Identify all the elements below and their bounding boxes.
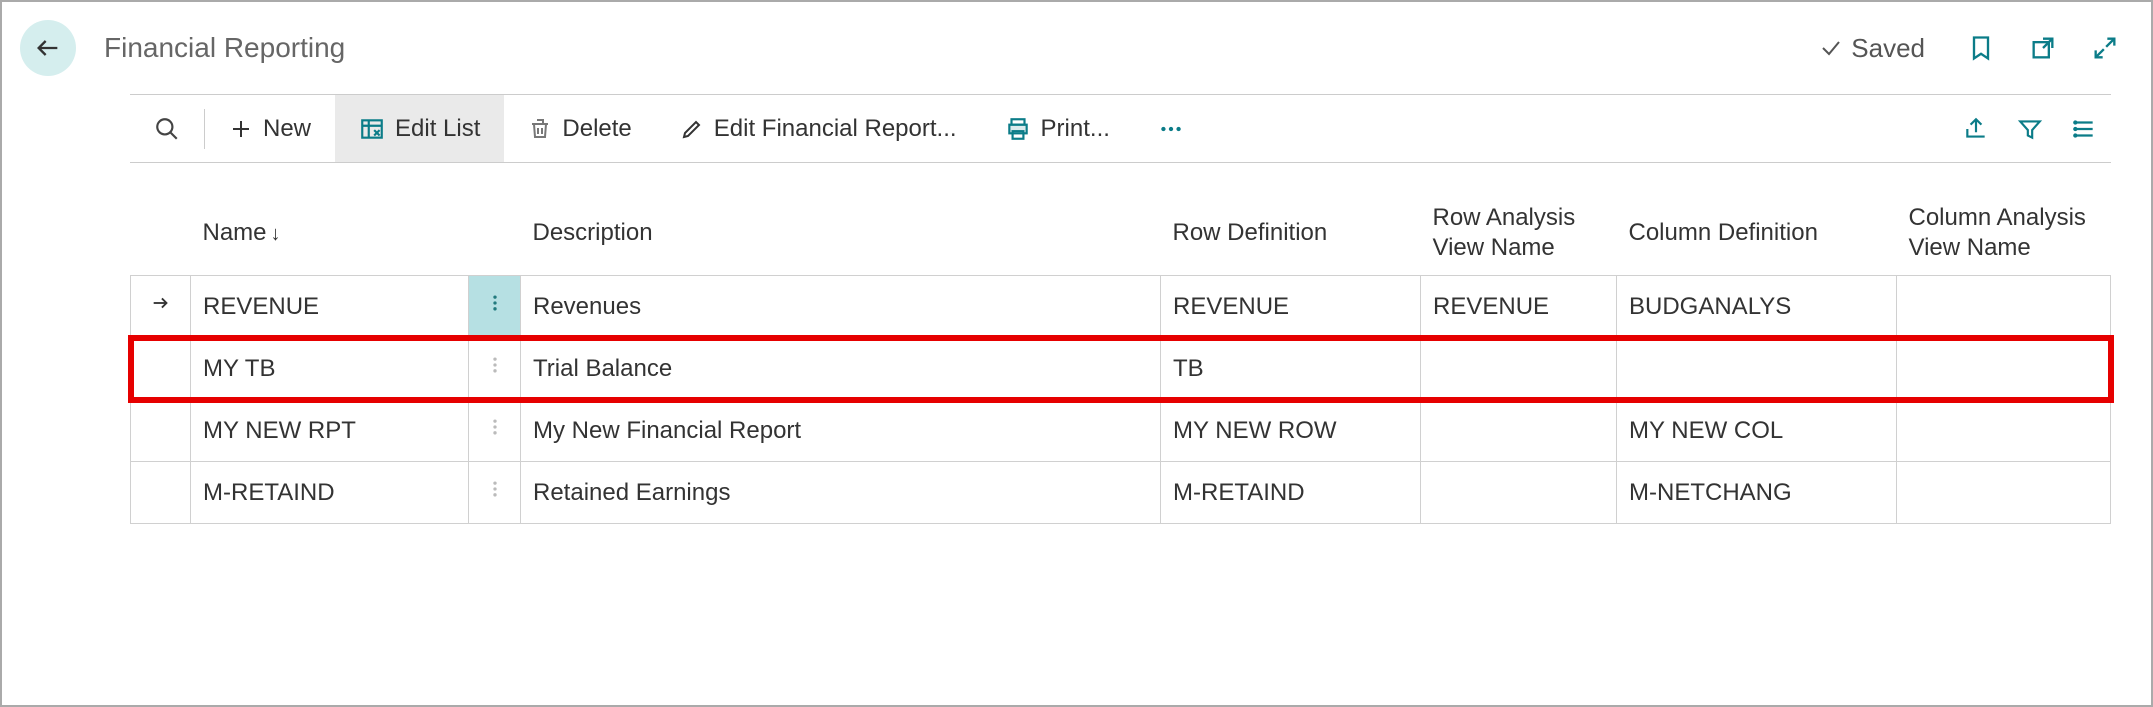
share-button[interactable]: [1949, 95, 2003, 162]
pencil-icon: [680, 117, 704, 141]
cell-row-definition[interactable]: MY NEW ROW: [1161, 400, 1421, 462]
delete-label: Delete: [562, 115, 631, 143]
cell-column-analysis-view[interactable]: [1897, 400, 2111, 462]
check-icon: [1819, 36, 1843, 60]
column-header-row-definition[interactable]: Row Definition: [1161, 191, 1421, 276]
row-selector[interactable]: [131, 400, 191, 462]
arrow-right-icon: [150, 293, 172, 320]
financial-reporting-grid: Name↓ Description Row Definition Row Ana…: [130, 191, 2111, 524]
ellipsis-icon: [1158, 116, 1184, 142]
column-header-select: [131, 191, 191, 276]
row-menu-button[interactable]: [469, 338, 521, 400]
cell-row-definition[interactable]: M-RETAIND: [1161, 462, 1421, 524]
cell-row-analysis-view[interactable]: [1421, 462, 1617, 524]
cell-row-definition[interactable]: REVENUE: [1161, 276, 1421, 338]
bookmark-icon[interactable]: [1965, 32, 1997, 64]
toolbar: New Edit List Delete Edit Financial Repo…: [130, 95, 2111, 163]
cell-column-definition[interactable]: BUDGANALYS: [1617, 276, 1897, 338]
new-label: New: [263, 115, 311, 143]
cell-description[interactable]: My New Financial Report: [521, 400, 1161, 462]
cell-column-definition[interactable]: M-NETCHANG: [1617, 462, 1897, 524]
cell-row-analysis-view[interactable]: REVENUE: [1421, 276, 1617, 338]
cell-column-analysis-view[interactable]: [1897, 462, 2111, 524]
kebab-icon: [485, 358, 505, 385]
back-button[interactable]: [20, 20, 76, 76]
edit-list-button[interactable]: Edit List: [335, 95, 504, 162]
list-view-button[interactable]: [2057, 95, 2111, 162]
column-header-column-definition[interactable]: Column Definition: [1617, 191, 1897, 276]
column-header-row-analysis-view[interactable]: Row Analysis View Name: [1421, 191, 1617, 276]
cell-name[interactable]: M-RETAIND: [191, 462, 469, 524]
print-label: Print...: [1041, 115, 1110, 143]
row-menu-button[interactable]: [469, 276, 521, 338]
edit-financial-report-button[interactable]: Edit Financial Report...: [656, 95, 981, 162]
row-menu-button[interactable]: [469, 400, 521, 462]
list-icon: [2071, 116, 2097, 142]
table-row[interactable]: M-RETAINDRetained EarningsM-RETAINDM-NET…: [131, 462, 2111, 524]
row-selector[interactable]: [131, 276, 191, 338]
edit-list-label: Edit List: [395, 115, 480, 143]
delete-icon: [528, 117, 552, 141]
kebab-icon: [485, 289, 505, 324]
edit-list-icon: [359, 116, 385, 142]
popout-icon[interactable]: [2027, 32, 2059, 64]
expand-icon[interactable]: [2089, 32, 2121, 64]
row-selector[interactable]: [131, 338, 191, 400]
cell-description[interactable]: Trial Balance: [521, 338, 1161, 400]
cell-column-definition[interactable]: MY NEW COL: [1617, 400, 1897, 462]
table-row[interactable]: REVENUERevenuesREVENUEREVENUEBUDGANALYS: [131, 276, 2111, 338]
search-icon: [154, 116, 180, 142]
search-button[interactable]: [130, 95, 204, 162]
cell-row-analysis-view[interactable]: [1421, 338, 1617, 400]
plus-icon: [229, 117, 253, 141]
page-title: Financial Reporting: [104, 32, 1819, 64]
print-button[interactable]: Print...: [981, 95, 1134, 162]
cell-column-analysis-view[interactable]: [1897, 276, 2111, 338]
delete-button[interactable]: Delete: [504, 95, 655, 162]
new-button[interactable]: New: [205, 95, 335, 162]
sort-indicator: ↓: [271, 223, 281, 245]
cell-description[interactable]: Revenues: [521, 276, 1161, 338]
print-icon: [1005, 116, 1031, 142]
kebab-icon: [485, 482, 505, 509]
row-menu-button[interactable]: [469, 462, 521, 524]
cell-name[interactable]: MY TB: [191, 338, 469, 400]
more-actions-button[interactable]: [1134, 95, 1208, 162]
saved-label: Saved: [1851, 33, 1925, 64]
edit-financial-report-label: Edit Financial Report...: [714, 115, 957, 143]
saved-status: Saved: [1819, 33, 1925, 64]
column-header-column-analysis-view[interactable]: Column Analysis View Name: [1897, 191, 2111, 276]
kebab-icon: [485, 420, 505, 447]
filter-button[interactable]: [2003, 95, 2057, 162]
cell-description[interactable]: Retained Earnings: [521, 462, 1161, 524]
column-header-name[interactable]: Name↓: [191, 191, 469, 276]
cell-column-definition[interactable]: [1617, 338, 1897, 400]
table-row[interactable]: MY TB Trial BalanceTB: [131, 338, 2111, 400]
column-header-menu: [469, 191, 521, 276]
cell-column-analysis-view[interactable]: [1897, 338, 2111, 400]
cell-row-definition[interactable]: TB: [1161, 338, 1421, 400]
cell-name[interactable]: MY NEW RPT: [191, 400, 469, 462]
cell-name[interactable]: REVENUE: [191, 276, 469, 338]
cell-row-analysis-view[interactable]: [1421, 400, 1617, 462]
share-icon: [1963, 116, 1989, 142]
table-row[interactable]: MY NEW RPTMy New Financial ReportMY NEW …: [131, 400, 2111, 462]
column-header-description[interactable]: Description: [521, 191, 1161, 276]
filter-icon: [2017, 116, 2043, 142]
row-selector[interactable]: [131, 462, 191, 524]
